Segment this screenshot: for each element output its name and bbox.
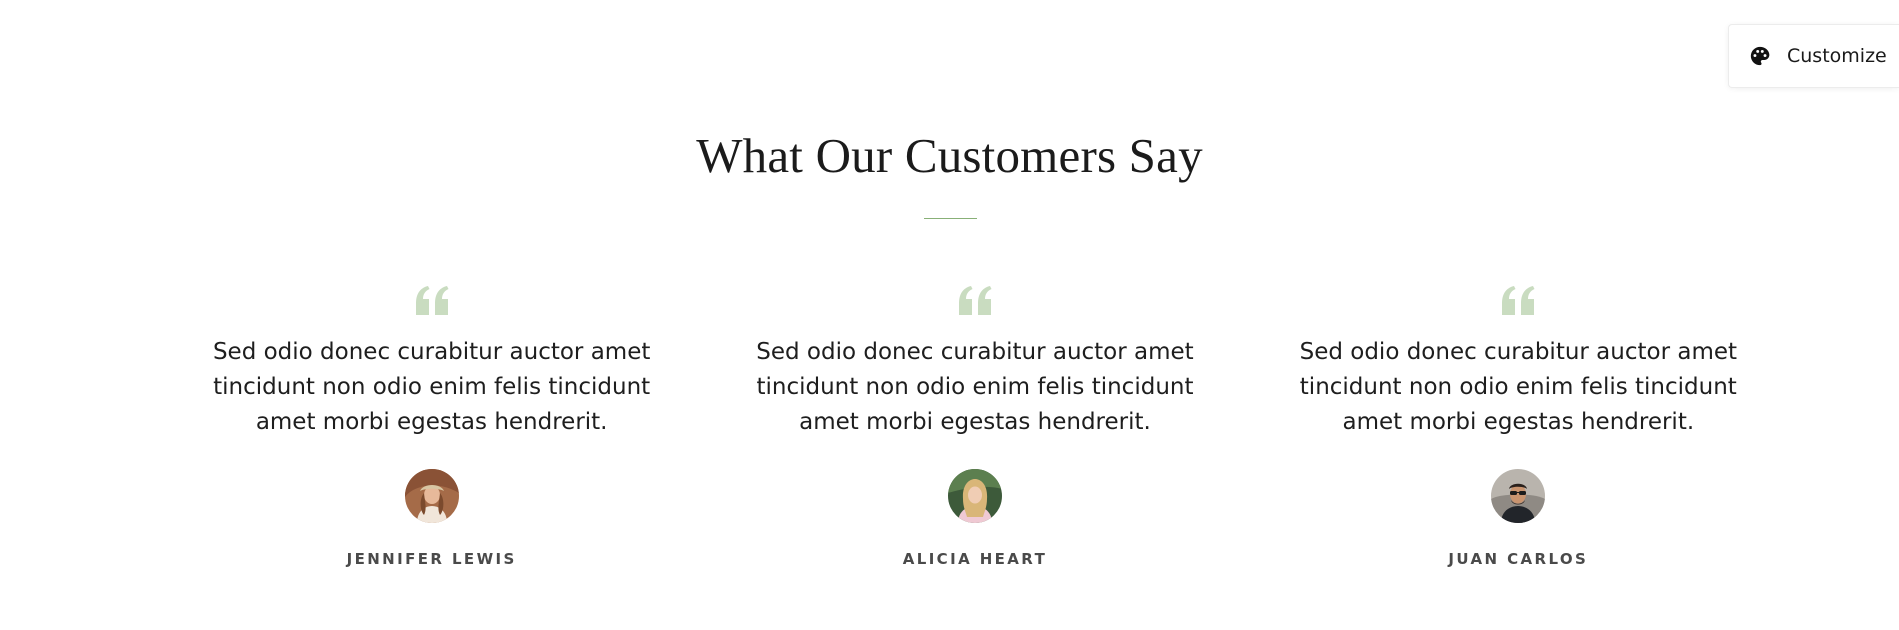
testimonial-author: JUAN CARLOS bbox=[1448, 550, 1589, 568]
avatar-alicia-heart bbox=[947, 469, 1002, 523]
quote-icon bbox=[958, 286, 992, 315]
testimonial-quote: Sed odio donec curabitur auctor amet tin… bbox=[1299, 339, 1738, 435]
quote-icon bbox=[1502, 286, 1535, 315]
testimonial-author: ALICIA HEART bbox=[902, 550, 1048, 568]
testimonials-list: Sed odio donec curabitur auctor amet tin… bbox=[160, 285, 1790, 568]
testimonial-quote: Sed odio donec curabitur auctor amet tin… bbox=[756, 339, 1194, 435]
testimonial-card: Sed odio donec curabitur auctor amet tin… bbox=[160, 285, 703, 568]
customize-label: Customize bbox=[1787, 45, 1887, 67]
testimonial-card: Sed odio donec curabitur auctor amet tin… bbox=[703, 285, 1246, 568]
testimonial-quote: Sed odio donec curabitur auctor amet tin… bbox=[212, 339, 651, 435]
quote-icon bbox=[415, 286, 449, 315]
avatar-jennifer-lewis bbox=[404, 469, 459, 523]
avatar-juan-carlos bbox=[1491, 469, 1546, 523]
title-divider bbox=[924, 218, 977, 219]
customize-button[interactable]: Customize bbox=[1728, 24, 1899, 88]
section-title: What Our Customers Say bbox=[696, 128, 1203, 183]
testimonial-card: Sed odio donec curabitur auctor amet tin… bbox=[1247, 285, 1790, 568]
testimonial-author: JENNIFER LEWIS bbox=[346, 550, 517, 568]
palette-icon bbox=[1749, 45, 1771, 67]
